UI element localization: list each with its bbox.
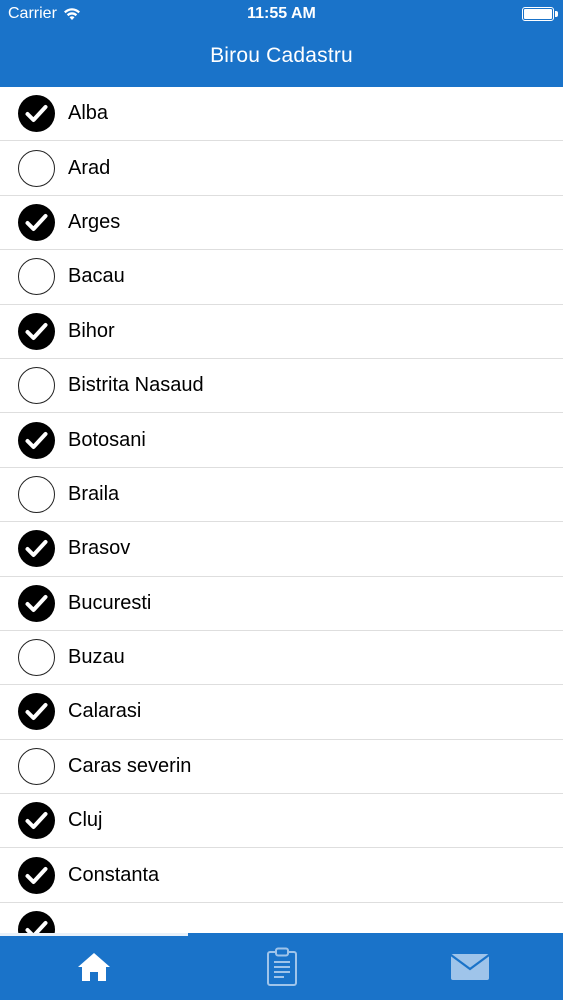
home-icon bbox=[77, 952, 110, 981]
checked-circle-icon[interactable] bbox=[18, 530, 55, 568]
list-item-label: Arad bbox=[68, 156, 111, 179]
unchecked-circle-icon[interactable] bbox=[18, 367, 55, 405]
tab-clipboard[interactable] bbox=[188, 933, 375, 1000]
list-item[interactable]: Caras severin bbox=[0, 740, 563, 795]
unchecked-circle-icon[interactable] bbox=[18, 475, 55, 513]
list-item-label: Constanta bbox=[68, 863, 160, 886]
list-item[interactable]: Arges bbox=[0, 196, 563, 251]
unchecked-circle-icon[interactable] bbox=[18, 639, 55, 677]
status-time: 11:55 AM bbox=[247, 5, 316, 22]
unchecked-circle-icon[interactable] bbox=[18, 149, 55, 187]
list-item[interactable]: Bihor bbox=[0, 305, 563, 359]
list-item[interactable]: Alba bbox=[0, 87, 563, 142]
list-item-label: Botosani bbox=[68, 428, 146, 451]
checked-circle-icon[interactable] bbox=[18, 911, 55, 933]
tab-home[interactable] bbox=[0, 933, 187, 1000]
list-item-label: Bucuresti bbox=[68, 591, 152, 614]
checked-circle-icon[interactable] bbox=[18, 584, 55, 622]
mail-icon bbox=[449, 953, 490, 980]
list-item-label: Buzau bbox=[68, 646, 125, 669]
list-item-label: Bacau bbox=[68, 265, 125, 288]
status-bar: Carrier 11:55 AM bbox=[0, 0, 563, 30]
list-item-label: Caras severin bbox=[68, 754, 192, 777]
checked-circle-icon[interactable] bbox=[18, 802, 55, 840]
list-item[interactable]: Arad bbox=[0, 141, 563, 196]
page-title: Birou Cadastru bbox=[210, 44, 353, 67]
tab-bar bbox=[0, 933, 563, 1000]
list-item[interactable]: Calarasi bbox=[0, 685, 563, 740]
checked-circle-icon[interactable] bbox=[18, 856, 55, 894]
list-item[interactable]: Brasov bbox=[0, 522, 563, 577]
battery-icon bbox=[522, 7, 558, 21]
list-item-label: Braila bbox=[68, 482, 120, 505]
clipboard-icon bbox=[266, 947, 297, 986]
county-list[interactable]: Alba Arad Arges Bacau Bihor Bistrita Nasaud Bo… bbox=[0, 87, 563, 933]
list-item[interactable]: Bistrita Nasaud bbox=[0, 359, 563, 414]
list-item-label: Bistrita Nasaud bbox=[68, 374, 204, 397]
checked-circle-icon[interactable] bbox=[18, 421, 55, 459]
unchecked-circle-icon[interactable] bbox=[18, 258, 55, 296]
list-item[interactable]: Buzau bbox=[0, 631, 563, 686]
list-item[interactable]: Constanta bbox=[0, 848, 563, 903]
checked-circle-icon[interactable] bbox=[18, 95, 55, 133]
header: Carrier 11:55 AM Birou Cadastru bbox=[0, 0, 563, 87]
list-item-label: Brasov bbox=[68, 537, 131, 560]
list-item[interactable]: Botosani bbox=[0, 413, 563, 468]
unchecked-circle-icon[interactable] bbox=[18, 747, 55, 785]
checked-circle-icon[interactable] bbox=[18, 312, 55, 350]
list-item[interactable] bbox=[0, 903, 563, 933]
list-item[interactable]: Bucuresti bbox=[0, 577, 563, 631]
tab-mail[interactable] bbox=[376, 933, 563, 1000]
list-item[interactable]: Cluj bbox=[0, 794, 563, 849]
list-item-label: Arges bbox=[68, 210, 121, 233]
list-item-label: Alba bbox=[68, 102, 109, 125]
checked-circle-icon[interactable] bbox=[18, 203, 55, 241]
list-item[interactable]: Braila bbox=[0, 468, 563, 523]
list-item-label: Cluj bbox=[68, 809, 103, 832]
checked-circle-icon[interactable] bbox=[18, 693, 55, 731]
list-item[interactable]: Bacau bbox=[0, 250, 563, 305]
list-item-label: Calarasi bbox=[68, 700, 142, 723]
list-item-label: Bihor bbox=[68, 319, 115, 342]
